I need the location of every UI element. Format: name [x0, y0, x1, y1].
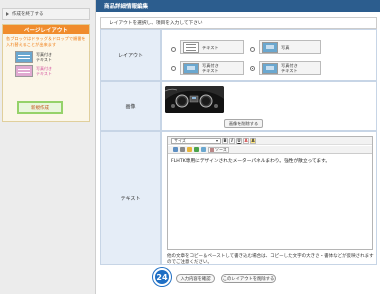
main-panel: 商品詳細情報編集 レイアウトを選択し、項目を入力して下さい レイアウト テキスト… — [95, 0, 380, 294]
layout-radio-photo-text-2[interactable] — [250, 66, 255, 71]
photo-thumbnail-icon — [183, 62, 199, 74]
link-icon[interactable] — [194, 147, 199, 152]
source-icon — [210, 147, 214, 152]
unlink-icon[interactable] — [201, 147, 206, 152]
image-label: 画像 — [100, 81, 161, 131]
triangle-right-icon — [6, 12, 9, 16]
layout-options-cell: テキスト 写真 写真付き テキスト 写真付き テキスト — [161, 29, 377, 81]
layout-block-label: 写真付き テキスト — [36, 52, 52, 63]
photo-text-thumbnail-icon — [15, 51, 33, 64]
photo-thumbnail-icon — [262, 41, 278, 53]
layout-label: レイアウト — [100, 29, 161, 81]
photo-text-thumbnail-icon — [15, 65, 33, 78]
left-sidebar: 作成を終了する ページレイアウト 各ブロックはドラッグ＆ドロップで順番を入れ替え… — [0, 0, 92, 294]
page-title: 商品詳細情報編集 — [96, 0, 380, 12]
italic-icon[interactable]: I — [229, 137, 235, 144]
delete-layout-button[interactable]: このレイアウトを削除する — [221, 274, 276, 283]
layout-option-photo-text-2[interactable]: 写真付き テキスト — [259, 61, 321, 75]
layout-radio-photo[interactable] — [250, 47, 255, 52]
dashboard-photo — [165, 86, 224, 113]
text-lines-icon — [183, 41, 199, 53]
smiley-icon[interactable] — [187, 147, 192, 152]
layout-option-photo-text-1[interactable]: 写真付き テキスト — [180, 61, 244, 75]
rich-text-editor: サイズ ▾ B I U A A ソース FLHTK専用にデザインされたメーターパネ — [167, 136, 373, 250]
layout-radio-text[interactable] — [171, 47, 176, 52]
paste-note: 他の文章をコピー＆ペーストして書き込む場合は、コピーした文字の大きさ・書体などが… — [167, 254, 374, 265]
close-creation-link[interactable]: 作成を終了する — [2, 8, 90, 20]
page-layout-panel: ページレイアウト 各ブロックはドラッグ＆ドロップで順番を入れ替えることが出来ます… — [2, 24, 90, 122]
underline-icon[interactable]: U — [236, 137, 242, 144]
photo-thumbnail-icon — [262, 62, 278, 74]
page-layout-description: 各ブロックはドラッグ＆ドロップで順番を入れ替えることが出来ます — [6, 36, 86, 47]
editor-content[interactable]: FLHTK専用にデザインされたメーターパネルまわり。強性が散立ってます。 — [171, 158, 369, 164]
text-label: テキスト — [100, 131, 161, 265]
image-insert-icon[interactable] — [173, 147, 178, 152]
step-number-badge: 24 — [153, 268, 171, 286]
table-icon[interactable] — [180, 147, 185, 152]
instruction-text: レイアウトを選択し、項目を入力して下さい — [100, 17, 377, 29]
image-cell: 画像を削除する — [161, 81, 377, 131]
layout-option-text[interactable]: テキスト — [180, 40, 244, 54]
bg-color-icon[interactable]: A — [250, 137, 256, 144]
text-cell: サイズ ▾ B I U A A ソース FLHTK専用にデザインされたメーターパネ — [161, 131, 377, 265]
delete-image-button[interactable]: 画像を削除する — [224, 119, 263, 128]
bold-icon[interactable]: B — [222, 137, 228, 144]
editor-toolbar-2: ソース — [168, 146, 372, 154]
layout-block-1[interactable]: 写真付き テキスト — [15, 51, 89, 64]
new-create-button[interactable]: 新規作成 — [17, 101, 63, 114]
font-size-select[interactable]: サイズ ▾ — [171, 137, 221, 144]
layout-radio-photo-text-1[interactable] — [171, 66, 176, 71]
layout-option-photo[interactable]: 写真 — [259, 40, 321, 54]
editor-toolbar-1: サイズ ▾ B I U A A — [168, 137, 372, 145]
layout-block-2[interactable]: 写真付き テキスト — [15, 65, 89, 78]
text-color-icon[interactable]: A — [243, 137, 249, 144]
close-label: 作成を終了する — [12, 12, 44, 17]
confirm-input-button[interactable]: 入力内容を確認 — [176, 274, 215, 283]
layout-block-label: 写真付き テキスト — [36, 66, 52, 77]
source-button[interactable]: ソース — [208, 146, 229, 153]
page-layout-title: ページレイアウト — [3, 25, 89, 34]
